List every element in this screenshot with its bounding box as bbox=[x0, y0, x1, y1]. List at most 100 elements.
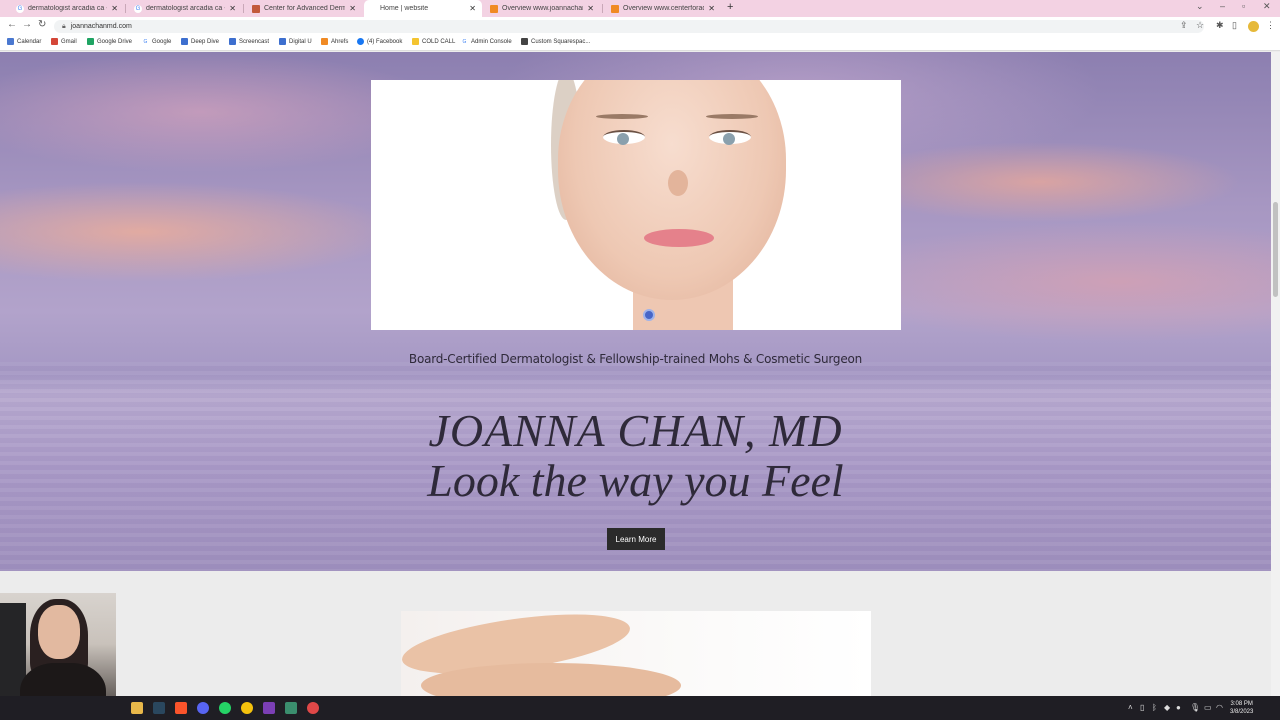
chrome-icon[interactable] bbox=[241, 702, 253, 714]
bookmark-label: Google Drive bbox=[97, 38, 133, 45]
tray-bluetooth-icon[interactable]: ᛒ bbox=[1152, 703, 1157, 712]
tray-app-icon[interactable]: ● bbox=[1176, 703, 1181, 712]
screencast-icon bbox=[229, 38, 236, 45]
onenote-icon[interactable] bbox=[263, 702, 275, 714]
ahrefs-icon bbox=[490, 4, 498, 13]
hero-section: Board-Certified Dermatologist & Fellowsh… bbox=[0, 52, 1271, 571]
tab-4-active[interactable]: Home | website ✕ bbox=[364, 0, 482, 17]
site-icon bbox=[252, 4, 260, 13]
section-image bbox=[401, 611, 871, 696]
bookmark-label: COLD CALL bbox=[422, 38, 456, 45]
reload-icon[interactable]: ↻ bbox=[38, 19, 46, 30]
brow-shape bbox=[706, 114, 758, 119]
mouse-cursor-icon bbox=[643, 309, 655, 321]
bookmark-ahrefs[interactable]: Ahrefs bbox=[321, 38, 348, 45]
bookmark-google-drive[interactable]: Google Drive bbox=[87, 38, 132, 45]
tab-title: Center for Advanced Dermatology bbox=[264, 5, 346, 12]
tab-title: dermatologist arcadia ca - Goog bbox=[28, 5, 107, 12]
close-icon[interactable]: ✕ bbox=[111, 4, 118, 13]
nose-shape bbox=[668, 170, 688, 196]
forward-icon[interactable]: → bbox=[22, 19, 32, 30]
bookmarks-bar: Calendar Gmail Google Drive G Google Deep… bbox=[0, 35, 1280, 51]
bookmark-custom-squarespace[interactable]: Custom Squarespac... bbox=[521, 38, 590, 45]
close-window-icon[interactable]: ✕ bbox=[1263, 1, 1271, 12]
discord-icon[interactable] bbox=[197, 702, 209, 714]
bookmark-gmail[interactable]: Gmail bbox=[51, 38, 77, 45]
gmail-icon bbox=[51, 38, 58, 45]
hero-portrait-image bbox=[371, 80, 901, 330]
lips-shape bbox=[644, 229, 714, 247]
bookmark-label: Ahrefs bbox=[331, 38, 349, 45]
bookmark-deep-dive[interactable]: Deep Dive bbox=[181, 38, 219, 45]
tab-title: Home | website bbox=[380, 5, 429, 12]
bookmark-calendar[interactable]: Calendar bbox=[7, 38, 41, 45]
share-icon[interactable]: ⇪ bbox=[1180, 20, 1188, 31]
bookmark-label: Custom Squarespac... bbox=[531, 38, 591, 45]
ahrefs-icon bbox=[611, 4, 619, 13]
recorder-icon[interactable] bbox=[307, 702, 319, 714]
bookmark-digital-u[interactable]: Digital U bbox=[279, 38, 312, 45]
tab-5[interactable]: Overview www.joannachanmd.co ✕ bbox=[482, 0, 600, 17]
close-icon[interactable]: ✕ bbox=[587, 4, 594, 13]
tab-2[interactable]: G dermatologist arcadia ca - Googl ✕ bbox=[126, 0, 242, 17]
folder-icon bbox=[412, 38, 419, 45]
scrollbar-thumb[interactable] bbox=[1273, 202, 1278, 297]
url-input[interactable]: 🔒︎ joannachanmd.com bbox=[54, 20, 1204, 33]
hero-name-heading: JOANNA CHAN, MD bbox=[428, 405, 843, 456]
notepad-icon[interactable] bbox=[285, 702, 297, 714]
brave-icon[interactable] bbox=[175, 702, 187, 714]
bookmark-google[interactable]: G Google bbox=[142, 38, 171, 45]
google-icon: G bbox=[142, 38, 149, 45]
wifi-icon[interactable]: ◠ bbox=[1216, 703, 1223, 712]
facebook-icon bbox=[357, 38, 364, 45]
bookmark-label: (4) Facebook bbox=[367, 38, 403, 45]
minimize-icon[interactable]: – bbox=[1220, 1, 1225, 11]
bookmark-label: Admin Console bbox=[471, 38, 512, 45]
page-scrollbar[interactable] bbox=[1271, 52, 1280, 696]
hero-tagline: Board-Certified Dermatologist & Fellowsh… bbox=[408, 352, 863, 366]
file-explorer-icon[interactable] bbox=[131, 702, 143, 714]
tray-battery-icon[interactable]: ▯ bbox=[1140, 703, 1144, 712]
new-tab-icon[interactable]: + bbox=[727, 1, 733, 13]
hero-slogan: Look the way you Feel bbox=[427, 455, 844, 506]
tab-6[interactable]: Overview www.centerforadvance ✕ bbox=[603, 0, 721, 17]
menu-icon[interactable]: ⋮ bbox=[1266, 20, 1275, 31]
tray-mic-icon[interactable]: 🎙︎ bbox=[1190, 703, 1200, 712]
bookmark-facebook[interactable]: (4) Facebook bbox=[357, 38, 402, 45]
close-icon[interactable]: ✕ bbox=[708, 4, 715, 13]
clock-date: 3/8/2023 bbox=[1230, 709, 1254, 715]
tray-app-icon[interactable]: ◆ bbox=[1164, 703, 1170, 712]
close-icon[interactable]: ✕ bbox=[349, 4, 356, 13]
eye-shape bbox=[603, 130, 645, 145]
tab-title: Overview www.centerforadvance bbox=[623, 5, 704, 12]
url-text: joannachanmd.com bbox=[70, 23, 132, 30]
taskbar: ˄ ▯ ᛒ ◆ ● 🎙︎ ▭ ◠ 3:08 PM 3/8/2023 bbox=[0, 696, 1280, 720]
bookmark-star-icon[interactable]: ☆ bbox=[1196, 20, 1204, 31]
maximize-icon[interactable]: ▫ bbox=[1242, 1, 1245, 11]
tab-3[interactable]: Center for Advanced Dermatology ✕ bbox=[244, 0, 362, 17]
system-clock[interactable]: 3:08 PM 3/8/2023 bbox=[1230, 700, 1253, 716]
steam-icon[interactable] bbox=[153, 702, 165, 714]
close-icon[interactable]: ✕ bbox=[469, 4, 476, 13]
doc-icon bbox=[181, 38, 188, 45]
tab-search-icon[interactable]: ⌄ bbox=[1196, 1, 1204, 12]
back-icon[interactable]: ← bbox=[7, 19, 17, 30]
close-icon[interactable]: ✕ bbox=[229, 4, 236, 13]
calendar-icon bbox=[7, 38, 14, 45]
address-bar: ← → ↻ 🔒︎ joannachanmd.com ⇪ ☆ ✱ ▯ ⋮ bbox=[0, 17, 1280, 35]
bookmark-cold-call[interactable]: COLD CALL bbox=[412, 38, 455, 45]
learn-more-button[interactable]: Learn More bbox=[607, 528, 665, 550]
clock-time: 3:08 PM bbox=[1230, 701, 1253, 707]
sidepanel-icon[interactable]: ▯ bbox=[1232, 20, 1237, 31]
extensions-icon[interactable]: ✱ bbox=[1216, 20, 1224, 31]
bookmark-admin-console[interactable]: G Admin Console bbox=[461, 38, 512, 45]
profile-avatar[interactable] bbox=[1248, 21, 1259, 32]
lock-icon: 🔒︎ bbox=[62, 22, 66, 30]
bookmark-screencast[interactable]: Screencast bbox=[229, 38, 269, 45]
whatsapp-icon[interactable] bbox=[219, 702, 231, 714]
ahrefs-icon bbox=[321, 38, 328, 45]
drive-icon bbox=[87, 38, 94, 45]
tab-1[interactable]: G dermatologist arcadia ca - Goog ✕ bbox=[8, 0, 124, 17]
tray-chevron-icon[interactable]: ˄ bbox=[1128, 703, 1133, 712]
tray-display-icon[interactable]: ▭ bbox=[1204, 703, 1212, 712]
